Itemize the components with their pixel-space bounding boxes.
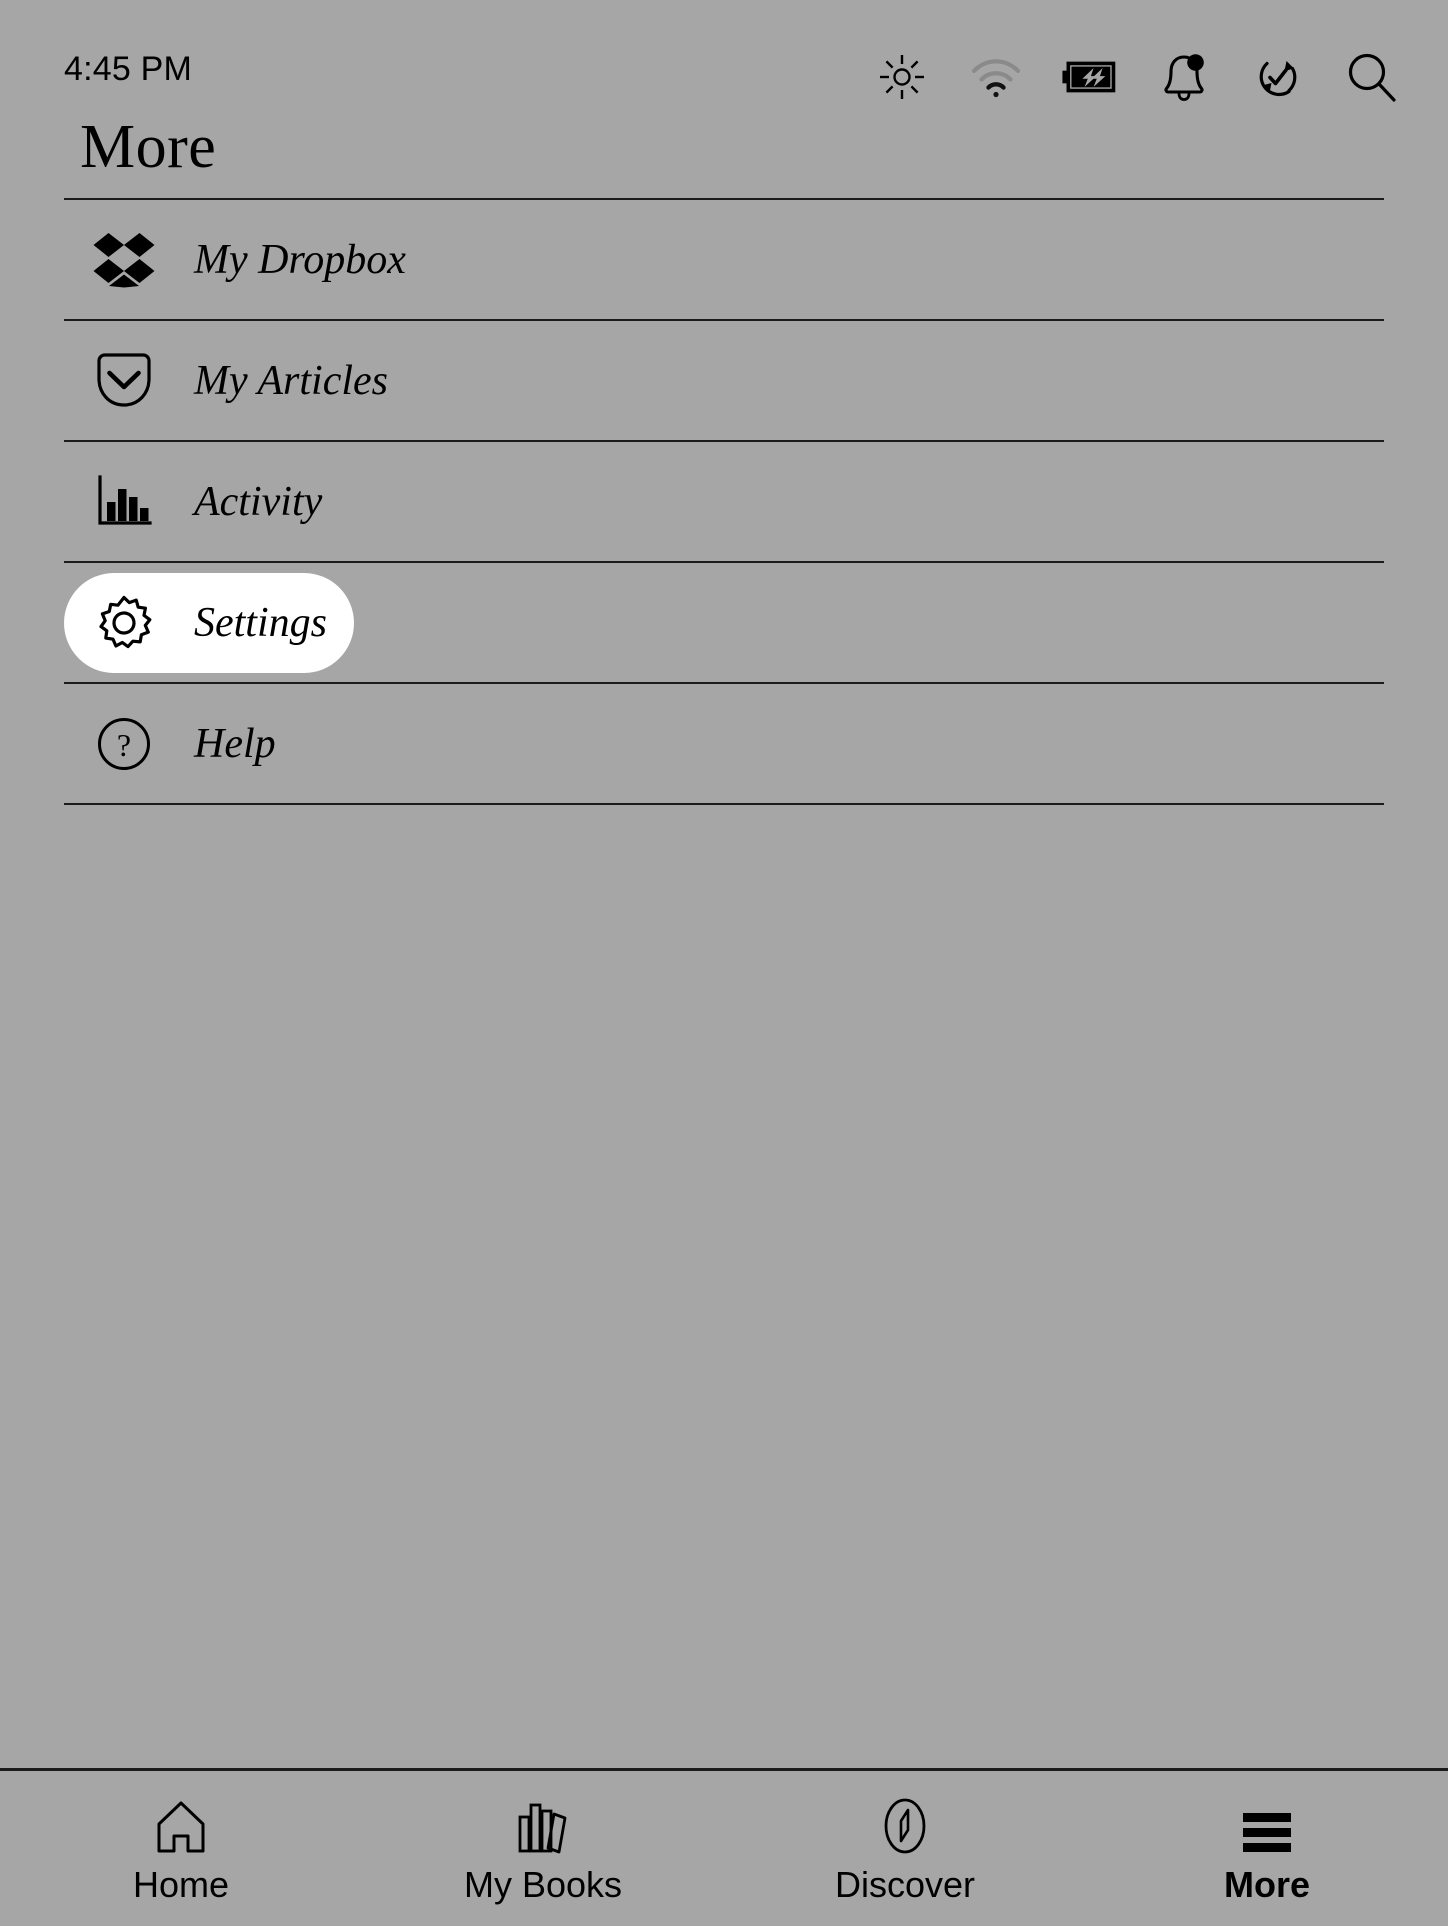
menu-item-settings-highlight: Settings — [64, 573, 354, 673]
menu-item-settings[interactable]: Settings — [0, 563, 1448, 682]
menu-item-label: My Articles — [194, 357, 388, 405]
menu-item-my-articles[interactable]: My Articles — [0, 321, 1448, 440]
question-circle-icon: ? — [76, 716, 172, 772]
nav-tab-label: My Books — [464, 1867, 622, 1903]
search-icon[interactable] — [1344, 46, 1400, 108]
menu-item-label: Settings — [194, 599, 327, 647]
nav-tab-my-books[interactable]: My Books — [362, 1797, 724, 1903]
bar-chart-icon — [76, 475, 172, 529]
dropbox-icon — [76, 231, 172, 289]
home-icon — [153, 1797, 209, 1855]
books-icon — [514, 1797, 572, 1855]
more-screen: 4:45 PM — [0, 0, 1448, 1926]
compass-icon — [877, 1797, 933, 1855]
nav-tab-label: Home — [133, 1867, 229, 1903]
menu-item-activity[interactable]: Activity — [0, 442, 1448, 561]
notification-bell-icon[interactable] — [1156, 46, 1212, 108]
nav-tab-discover[interactable]: Discover — [724, 1797, 1086, 1903]
gear-icon — [76, 594, 172, 652]
nav-tab-label: More — [1224, 1867, 1310, 1903]
nav-tab-more[interactable]: More — [1086, 1797, 1448, 1903]
menu-item-my-dropbox[interactable]: My Dropbox — [0, 200, 1448, 319]
brightness-icon[interactable] — [874, 46, 930, 108]
wifi-icon[interactable] — [968, 46, 1024, 108]
status-bar: 4:45 PM — [0, 0, 1448, 120]
status-bar-icons — [874, 46, 1400, 108]
list-divider — [64, 803, 1384, 805]
status-time: 4:45 PM — [64, 52, 192, 86]
bottom-navigation-bar: Home My Books Discover — [0, 1768, 1448, 1926]
nav-tab-label: Discover — [835, 1867, 975, 1903]
page-title: More — [80, 116, 216, 178]
pocket-icon — [76, 351, 172, 411]
nav-tab-home[interactable]: Home — [0, 1797, 362, 1903]
battery-charging-icon[interactable] — [1062, 46, 1118, 108]
menu-item-label: My Dropbox — [194, 236, 406, 284]
sync-check-icon[interactable] — [1250, 46, 1306, 108]
menu-item-help[interactable]: ? Help — [0, 684, 1448, 803]
menu-item-label: Help — [194, 720, 276, 768]
more-menu-list: My Dropbox My Articles — [0, 198, 1448, 805]
svg-text:?: ? — [117, 727, 131, 763]
menu-item-label: Activity — [194, 478, 322, 526]
hamburger-icon — [1238, 1797, 1296, 1855]
